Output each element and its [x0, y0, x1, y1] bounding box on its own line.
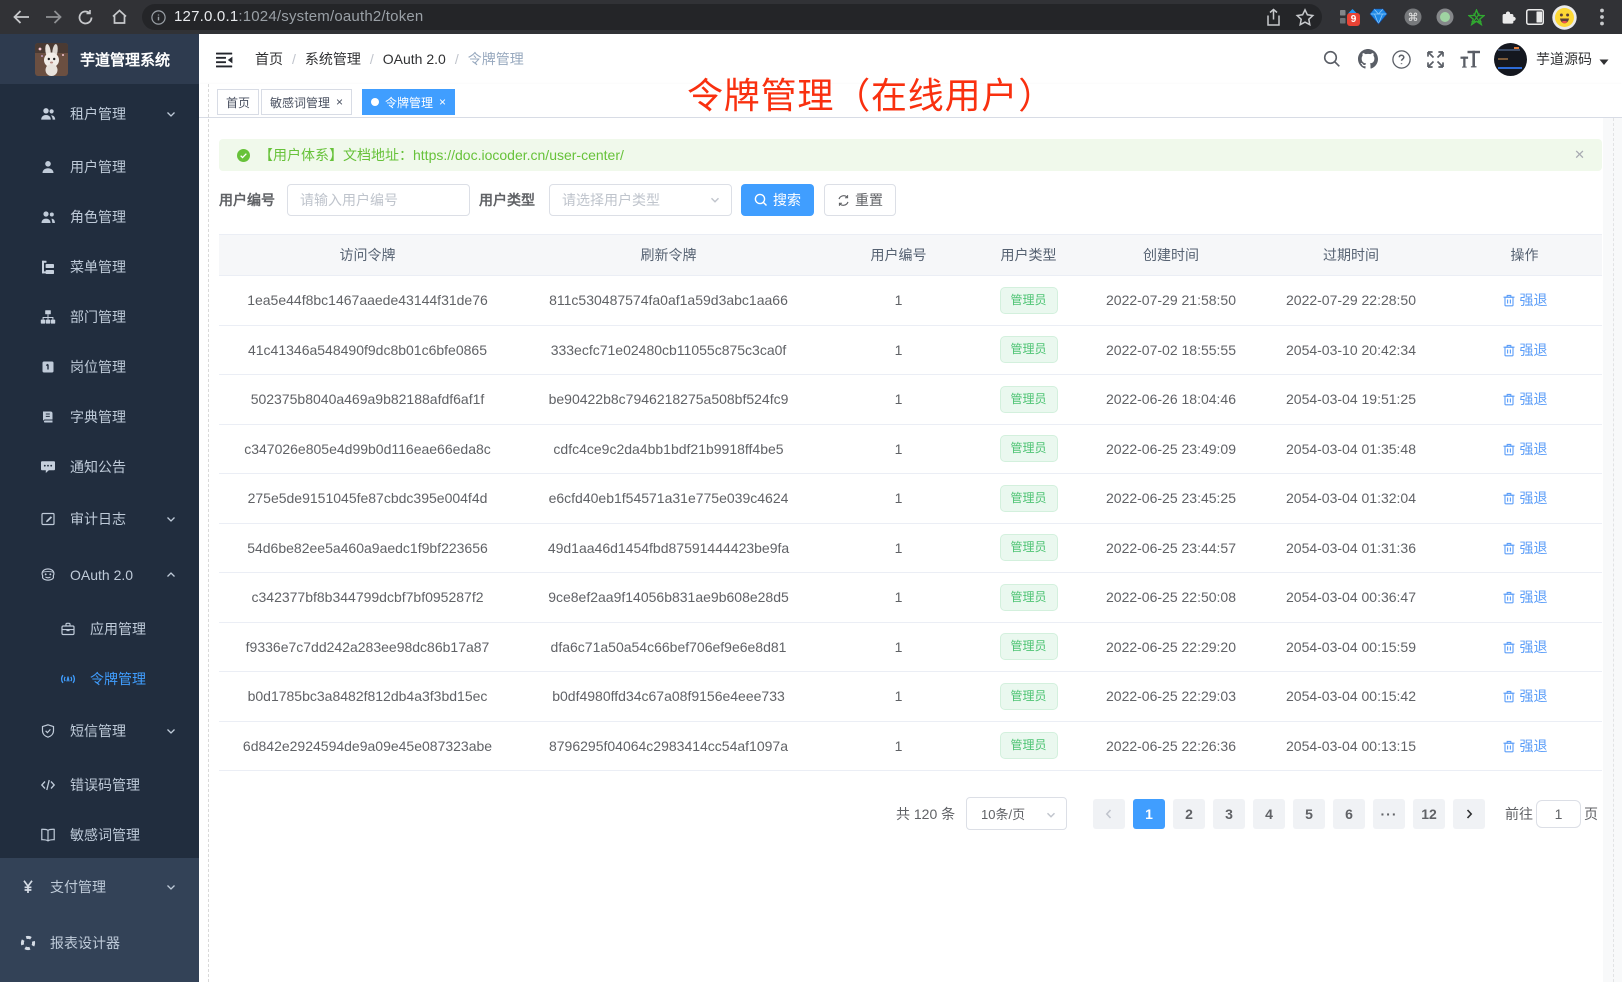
svg-text:⌘: ⌘ — [1408, 12, 1419, 24]
